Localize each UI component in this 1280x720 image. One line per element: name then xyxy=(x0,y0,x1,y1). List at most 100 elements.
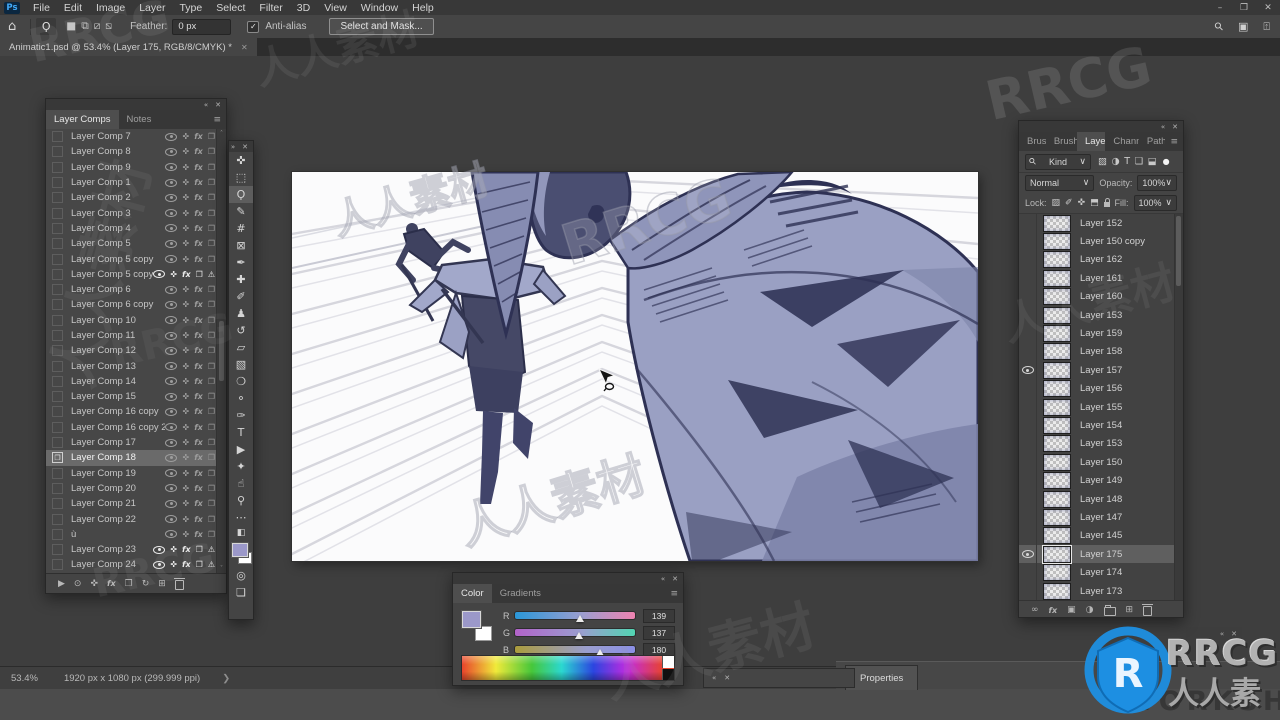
visibility-eye-icon[interactable] xyxy=(165,316,178,325)
path-select-tool[interactable]: ▶ xyxy=(229,441,253,458)
visibility-eye-icon[interactable] xyxy=(165,499,178,508)
visibility-eye-icon[interactable] xyxy=(153,560,166,569)
comp-apply-box[interactable] xyxy=(52,544,63,556)
layer-comp-row[interactable]: Layer Comp 2 ✜ fx ❐ xyxy=(46,190,226,205)
tab-brush[interactable]: Brush xyxy=(1019,132,1046,151)
comp-apply-box[interactable] xyxy=(52,559,63,571)
comp-apply-box[interactable] xyxy=(52,207,63,219)
layer-comp-row[interactable]: Layer Comp 1 ✜ fx ❐ xyxy=(46,175,226,190)
comp-apply-box[interactable] xyxy=(52,375,63,387)
foreground-color-swatch[interactable] xyxy=(461,610,482,629)
layer-visibility-toggle[interactable] xyxy=(1019,397,1037,417)
lock-all-icon[interactable] xyxy=(1103,198,1110,207)
type-tool[interactable]: T xyxy=(229,424,253,441)
comp-apply-box[interactable] xyxy=(52,345,63,357)
anti-alias-checkbox[interactable]: ✓ xyxy=(247,20,260,33)
close-icon[interactable]: ✕ xyxy=(215,101,221,109)
layer-comp-row[interactable]: Layer Comp 16 copy 2 ✜ fx ❐ xyxy=(46,420,226,435)
comp-apply-box[interactable] xyxy=(52,391,63,403)
layer-comp-row[interactable]: Layer Comp 7 ✜ fx ❐ xyxy=(46,129,226,144)
visibility-eye-icon[interactable] xyxy=(165,484,178,493)
scroll-thumb[interactable] xyxy=(219,321,224,381)
menu-view[interactable]: View xyxy=(317,2,354,14)
filter-adjustment-icon[interactable]: ◑ xyxy=(1111,156,1119,167)
layer-thumbnail[interactable] xyxy=(1043,325,1071,343)
layer-row[interactable]: Layer 153 xyxy=(1019,434,1183,454)
layer-thumbnail[interactable] xyxy=(1043,398,1071,416)
layer-row[interactable]: Layer 154 xyxy=(1019,416,1183,435)
comp-apply-box[interactable]: ❐ xyxy=(52,452,63,464)
visibility-eye-icon[interactable] xyxy=(165,224,178,233)
collapse-icon[interactable]: « xyxy=(1220,630,1224,638)
hand-tool[interactable]: ☝ xyxy=(229,475,253,492)
blur-tool[interactable]: ❍ xyxy=(229,373,253,390)
status-chevron-icon[interactable]: ❯ xyxy=(222,673,230,684)
comp-apply-box[interactable] xyxy=(52,131,63,143)
layer-thumbnail[interactable] xyxy=(1043,490,1071,508)
layer-comp-row[interactable]: Layer Comp 8 ✜ fx ❐ xyxy=(46,144,226,159)
layer-thumbnail[interactable] xyxy=(1043,380,1071,398)
update-visibility-button[interactable]: ⊙ xyxy=(74,579,82,589)
marquee-tool[interactable]: ⬚ xyxy=(229,169,253,186)
layer-row[interactable]: Layer 174 xyxy=(1019,563,1183,582)
close-icon[interactable]: ✕ xyxy=(242,143,248,151)
active-tool-icon[interactable]: Ϙ xyxy=(36,18,57,35)
close-icon[interactable]: ✕ xyxy=(672,575,678,583)
default-colors-icon[interactable]: ◧ xyxy=(229,526,253,539)
pen-tool[interactable]: ✑ xyxy=(229,407,253,424)
layer-comp-row[interactable]: Layer Comp 4 ✜ fx ❐ xyxy=(46,221,226,236)
layer-visibility-toggle[interactable] xyxy=(1019,526,1037,546)
layer-row[interactable]: Layer 159 xyxy=(1019,324,1183,343)
layer-row[interactable]: Layer 156 xyxy=(1019,379,1183,398)
tab-notes[interactable]: Notes xyxy=(119,110,160,129)
layer-visibility-toggle[interactable] xyxy=(1019,563,1037,582)
layer-row[interactable]: Layer 153 xyxy=(1019,305,1183,325)
layer-comp-row[interactable]: Layer Comp 9 ✜ fx ❐ xyxy=(46,160,226,175)
layer-comp-row[interactable]: Layer Comp 17 ✜ fx ❐ xyxy=(46,435,226,450)
filter-toggle-icon[interactable]: ● xyxy=(1163,157,1170,166)
scroll-down-icon[interactable]: ˅ xyxy=(220,565,223,572)
visibility-eye-icon[interactable] xyxy=(165,163,178,172)
visibility-eye-icon[interactable] xyxy=(165,515,178,524)
add-mask-button[interactable]: ▣ xyxy=(1067,605,1076,615)
channel-slider[interactable] xyxy=(514,645,636,656)
close-icon[interactable]: ✕ xyxy=(724,674,730,682)
layer-thumbnail[interactable] xyxy=(1043,527,1071,545)
channel-slider[interactable] xyxy=(514,611,636,622)
visibility-eye-icon[interactable] xyxy=(1021,366,1034,375)
delete-layer-button[interactable] xyxy=(1142,604,1154,616)
layer-visibility-toggle[interactable] xyxy=(1019,489,1037,509)
select-and-mask-button[interactable]: Select and Mask... xyxy=(329,18,434,35)
comp-apply-box[interactable] xyxy=(52,238,63,250)
quick-mask-button[interactable]: ◎ xyxy=(229,567,253,584)
visibility-eye-icon[interactable] xyxy=(165,209,178,218)
visibility-eye-icon[interactable] xyxy=(165,255,178,264)
layer-comp-row[interactable]: Layer Comp 21 ✜ fx ❐ xyxy=(46,496,226,511)
expand-icon[interactable]: » xyxy=(231,143,235,151)
update-comp-button[interactable]: ❐ xyxy=(125,579,133,589)
comp-apply-box[interactable] xyxy=(52,268,63,280)
home-icon[interactable]: ⌂ xyxy=(8,19,16,34)
layer-row[interactable]: Layer 155 xyxy=(1019,397,1183,417)
color-swatches[interactable] xyxy=(229,541,253,567)
close-icon[interactable]: ✕ xyxy=(1231,630,1237,638)
visibility-eye-icon[interactable] xyxy=(165,132,178,141)
visibility-eye-icon[interactable] xyxy=(1021,550,1034,559)
white-swatch[interactable] xyxy=(662,656,674,668)
comp-apply-box[interactable] xyxy=(52,437,63,449)
layer-comp-row[interactable]: Layer Comp 10 ✜ fx ❐ xyxy=(46,313,226,328)
channel-value[interactable]: 139 xyxy=(643,608,675,623)
filter-shape-icon[interactable]: ❏ xyxy=(1135,156,1144,167)
layer-row[interactable]: Layer 161 xyxy=(1019,269,1183,288)
menu-file[interactable]: File xyxy=(26,2,57,14)
layer-visibility-toggle[interactable] xyxy=(1019,214,1037,233)
layer-comp-row[interactable]: Layer Comp 16 copy ✜ fx ❐ xyxy=(46,404,226,419)
filter-pixel-icon[interactable]: ▨ xyxy=(1098,156,1107,167)
brush-tool[interactable]: ✐ xyxy=(229,288,253,305)
layer-row[interactable]: Layer 147 xyxy=(1019,508,1183,527)
quick-selection-tool[interactable]: ✎ xyxy=(229,203,253,220)
layer-comp-row[interactable]: Layer Comp 3 ✜ fx ❐ xyxy=(46,205,226,220)
comp-apply-box[interactable] xyxy=(52,284,63,296)
delete-comp-button[interactable] xyxy=(173,577,185,590)
visibility-eye-icon[interactable] xyxy=(165,285,178,294)
